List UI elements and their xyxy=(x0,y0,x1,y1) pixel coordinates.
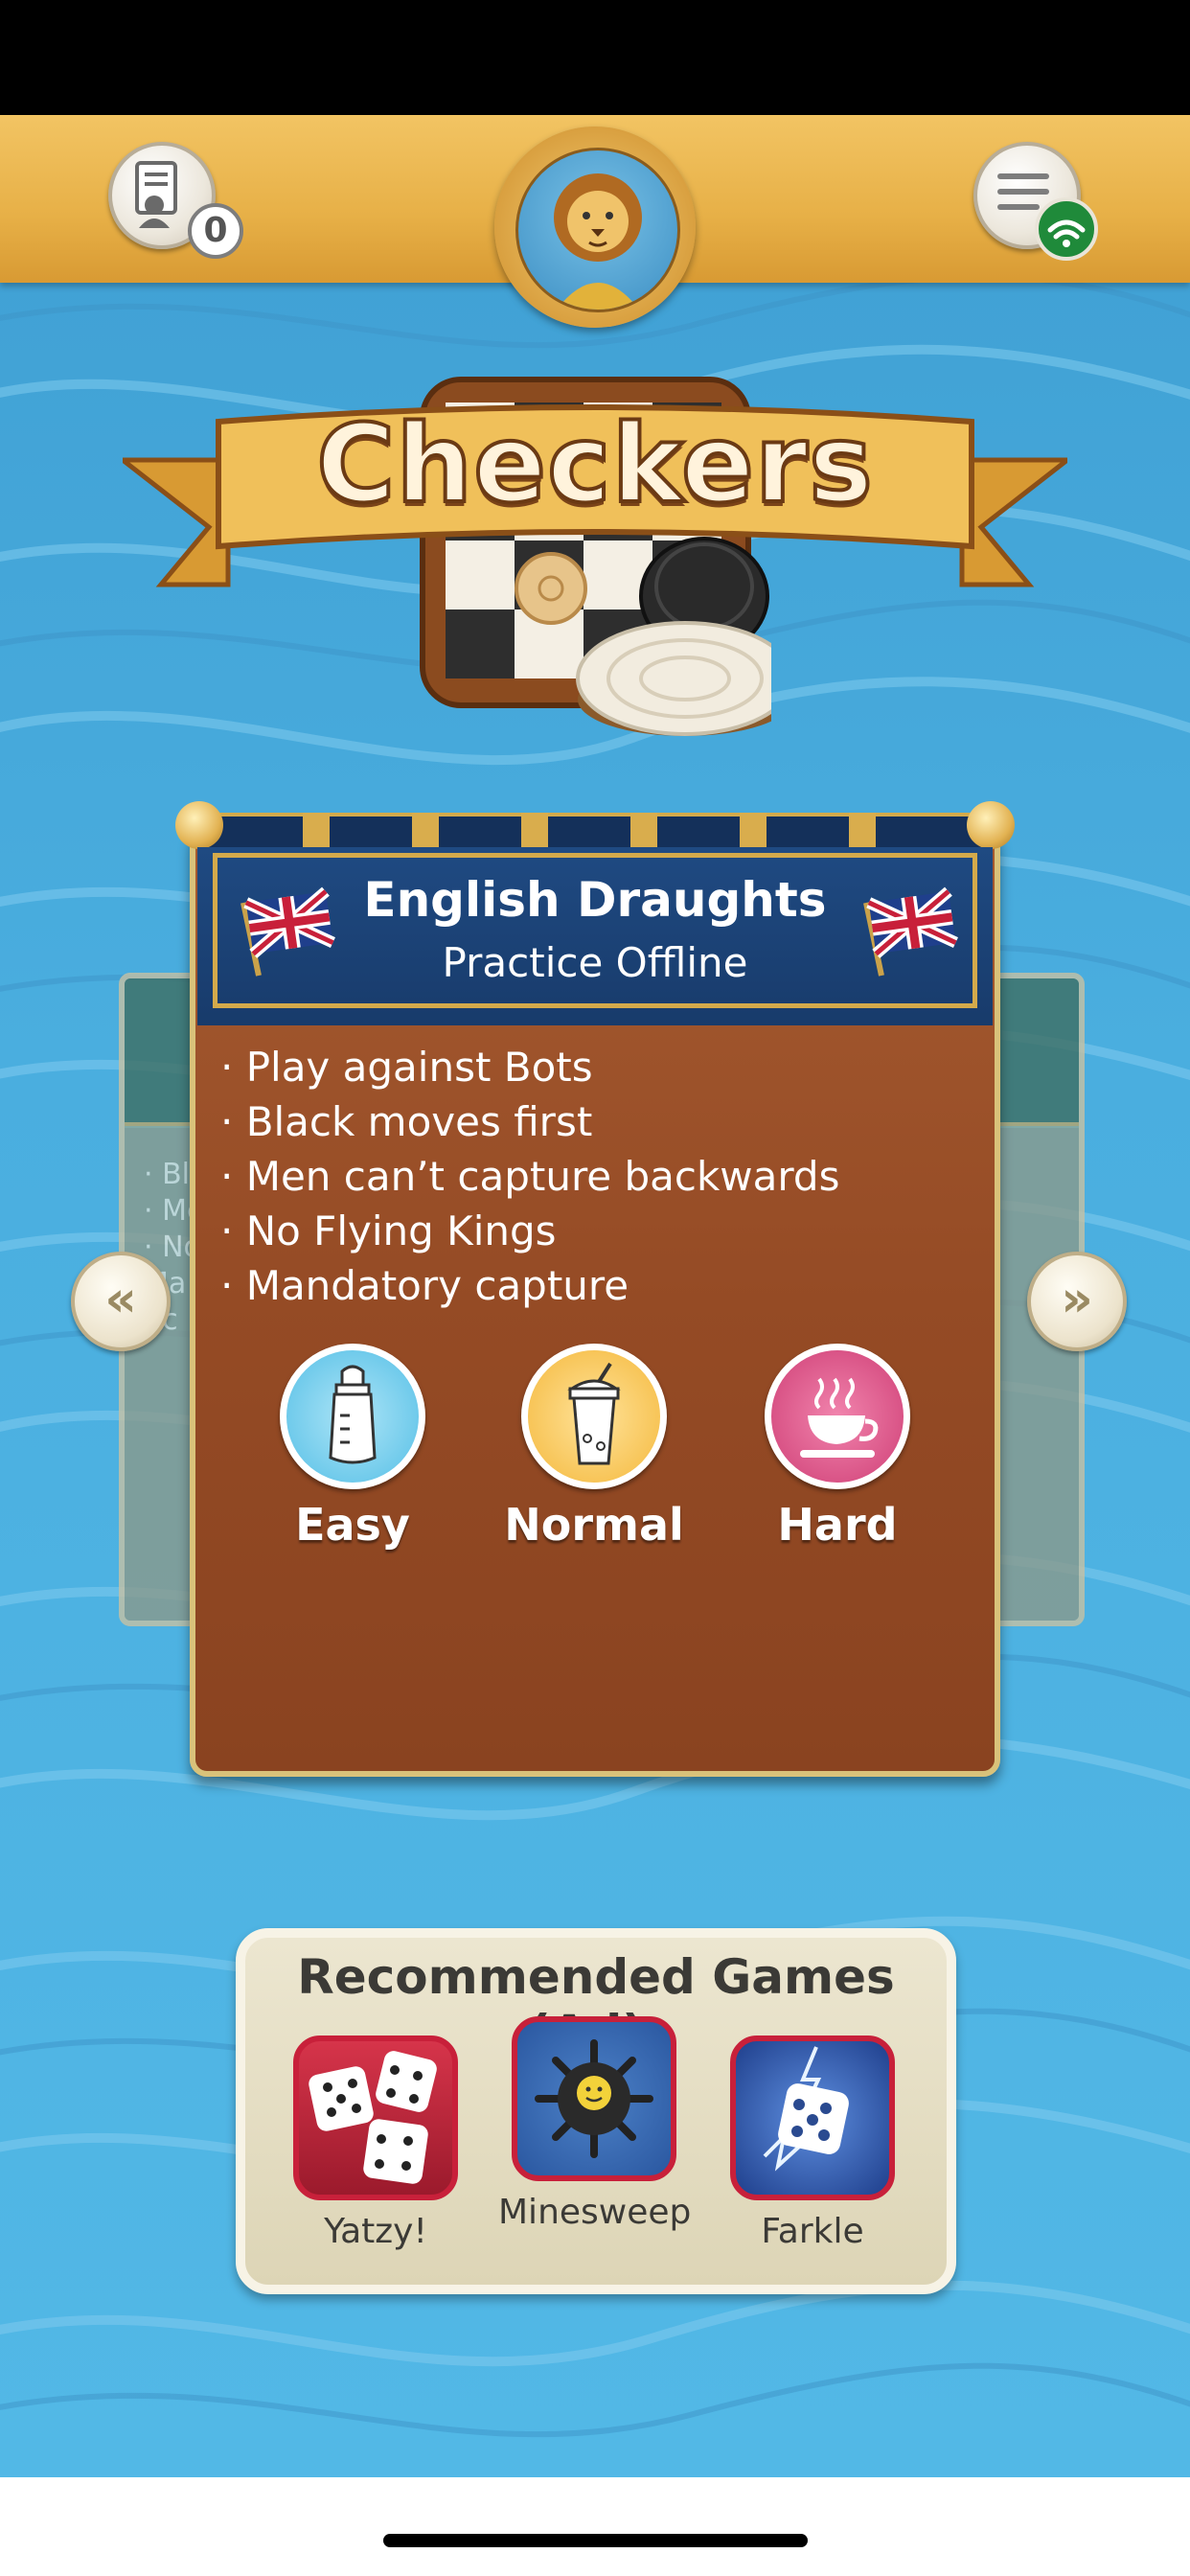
smoothie-cup-icon xyxy=(567,1362,621,1465)
rule-item: · No Flying Kings xyxy=(220,1208,557,1254)
normal-level-button[interactable]: Normal xyxy=(489,1344,699,1551)
rule-item: · Play against Bots xyxy=(220,1044,593,1091)
bottom-safe-area xyxy=(0,2477,1190,2576)
minesweep-game-link[interactable]: Minesweep xyxy=(498,2016,692,2232)
mode-subtitle: Practice Offline xyxy=(442,939,748,986)
dice-icon xyxy=(309,2051,437,2184)
hard-level-label: Hard xyxy=(777,1499,898,1551)
yatzy-game-label: Yatzy! xyxy=(324,2212,427,2251)
rail-knob xyxy=(175,801,223,849)
rule-item: · Black moves first xyxy=(220,1098,593,1145)
minesweep-game-label: Minesweep xyxy=(498,2193,692,2232)
lion-avatar-icon xyxy=(554,173,642,310)
yatzy-app-icon xyxy=(293,2036,458,2200)
farkle-app-icon xyxy=(730,2036,895,2200)
yatzy-game-link[interactable]: Yatzy! xyxy=(280,2036,471,2251)
wifi-status-badge xyxy=(1035,197,1098,261)
status-bar xyxy=(0,0,1190,115)
rule-item: · Men can’t capture backwards xyxy=(220,1153,840,1200)
rail-tab xyxy=(849,813,876,847)
rail-tab xyxy=(303,813,330,847)
minesweep-app-icon xyxy=(512,2016,676,2181)
farkle-game-label: Farkle xyxy=(761,2212,864,2251)
rules-list: · Play against Bots · Black moves first … xyxy=(220,1040,968,1313)
easy-level-button[interactable]: Easy xyxy=(247,1344,458,1551)
rule-item: · Mandatory capture xyxy=(220,1262,629,1309)
game-title: Checkers xyxy=(314,401,875,529)
rail-tab xyxy=(521,813,548,847)
lightning-die-icon xyxy=(763,2046,849,2172)
mine-icon xyxy=(535,2039,653,2158)
notification-count-badge: 0 xyxy=(188,203,243,259)
home-indicator[interactable] xyxy=(383,2534,808,2547)
baby-bottle-icon xyxy=(329,1365,377,1464)
level-icon-frame xyxy=(765,1344,910,1489)
rail-tab xyxy=(740,813,767,847)
level-icon-frame xyxy=(521,1344,667,1489)
rail-tab xyxy=(630,813,657,847)
hard-level-button[interactable]: Hard xyxy=(732,1344,943,1551)
rail-knob xyxy=(967,801,1015,849)
wifi-icon xyxy=(1047,219,1086,247)
rail-tab xyxy=(412,813,439,847)
normal-level-label: Normal xyxy=(504,1499,684,1551)
farkle-game-link[interactable]: Farkle xyxy=(717,2036,908,2251)
next-mode-button[interactable]: » xyxy=(1027,1252,1127,1351)
hot-coffee-icon xyxy=(800,1377,879,1458)
level-icon-frame xyxy=(280,1344,425,1489)
mode-title: English Draughts xyxy=(363,872,827,928)
easy-level-label: Easy xyxy=(295,1499,410,1551)
previous-mode-button[interactable]: « xyxy=(71,1252,171,1351)
player-avatar-button[interactable] xyxy=(515,148,680,312)
